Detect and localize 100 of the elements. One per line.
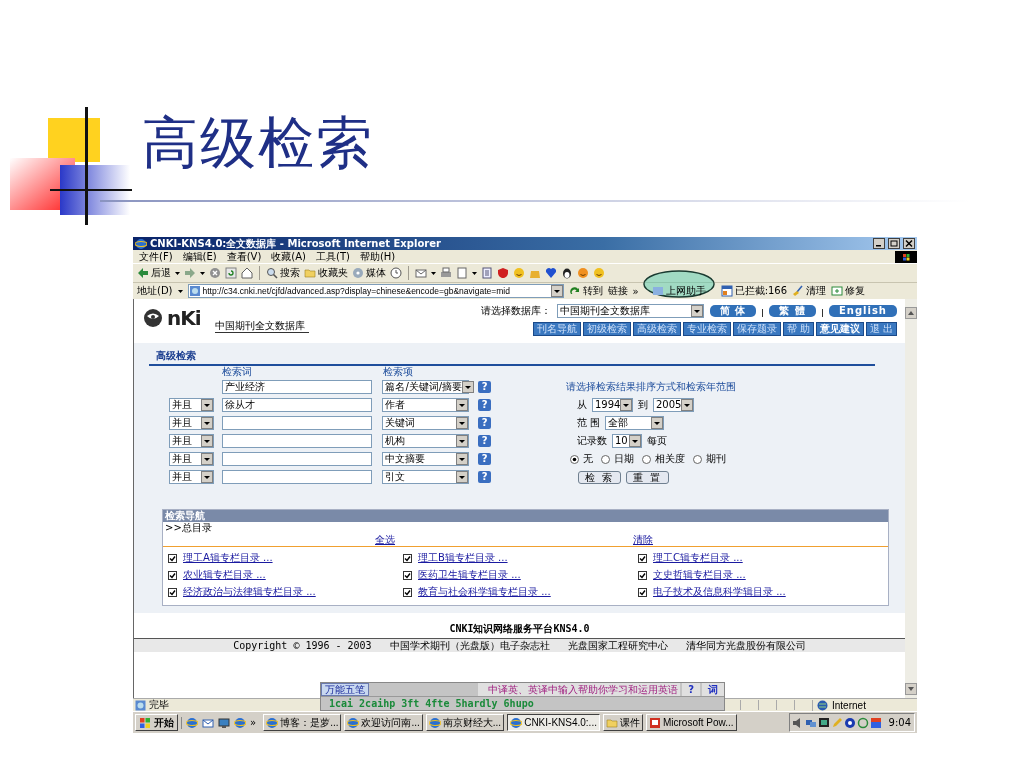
clock-icon[interactable]	[390, 267, 402, 279]
links-button[interactable]: 链接	[607, 284, 628, 298]
checkbox[interactable]	[403, 553, 412, 563]
help-button[interactable]: ?	[478, 453, 491, 465]
smiley-icon[interactable]	[513, 267, 525, 279]
select-all-link[interactable]: 全选	[375, 534, 395, 546]
clean-button[interactable]: 清理	[792, 284, 827, 298]
radio-button[interactable]	[570, 454, 579, 464]
help-button[interactable]: ?	[478, 417, 491, 429]
radio-button[interactable]	[693, 454, 702, 464]
nav-tab[interactable]: 初级检索	[582, 322, 631, 336]
shield-icon[interactable]	[497, 267, 509, 279]
search-term-field[interactable]: 徐从才	[221, 398, 372, 412]
media-button[interactable]: 媒体	[352, 266, 386, 280]
dictionary-button[interactable]: 词	[702, 683, 724, 696]
help-button[interactable]: ?	[478, 471, 491, 483]
catalog-link[interactable]: 文史哲辑专栏目录 ...	[653, 568, 746, 582]
year-select[interactable]: 1994	[592, 398, 633, 412]
checkbox[interactable]	[168, 587, 177, 597]
field-select[interactable]: 机构	[382, 434, 470, 448]
minimize-button[interactable]	[873, 238, 885, 249]
smiley-icon[interactable]	[577, 267, 589, 279]
checkbox[interactable]	[168, 553, 177, 563]
taskbar-button[interactable]: 课件	[602, 714, 643, 731]
form-button[interactable]: 重 置	[626, 470, 670, 484]
scrollbar[interactable]	[905, 299, 917, 698]
menu-item[interactable]: 文件(F)	[139, 249, 173, 264]
go-button[interactable]: 转到	[568, 284, 603, 298]
taskbar-button[interactable]: CNKI-KNS4.0:...	[507, 714, 600, 731]
radio-button[interactable]	[601, 454, 610, 464]
logic-select[interactable]: 并且	[169, 416, 214, 430]
envelope-icon[interactable]	[415, 267, 427, 279]
plus-box-icon[interactable]	[831, 285, 844, 297]
language-button[interactable]: English	[828, 305, 897, 317]
form-button[interactable]: 检 索	[578, 470, 622, 484]
record-icon[interactable]	[843, 716, 856, 729]
document-icon[interactable]	[456, 267, 468, 279]
catalog-link[interactable]: 理工B辑专栏目录 ...	[418, 551, 508, 565]
nav-tab[interactable]: 刊名导航	[532, 322, 581, 336]
stop-icon[interactable]	[209, 267, 221, 279]
help-button[interactable]: ?	[478, 435, 491, 447]
logic-select[interactable]: 并且	[169, 398, 214, 412]
taskbar-button[interactable]: Microsoft Pow...	[645, 714, 737, 731]
menu-item[interactable]: 查看(V)	[226, 249, 262, 264]
nav-tab[interactable]: 帮 助	[782, 322, 814, 336]
logic-select[interactable]: 并且	[169, 470, 214, 484]
more-button[interactable]: »	[632, 285, 639, 297]
printer-icon[interactable]	[440, 267, 452, 279]
catalog-link[interactable]: 教育与社会科学辑专栏目录 ...	[418, 585, 551, 599]
maximize-button[interactable]	[888, 238, 900, 249]
go-arrow-icon[interactable]	[568, 285, 581, 297]
count-select[interactable]: 10	[612, 434, 642, 448]
search-button[interactable]: 搜索	[266, 266, 300, 280]
search-icon[interactable]	[266, 267, 278, 279]
menu-item[interactable]: 工具(T)	[316, 249, 350, 264]
language-button[interactable]: 简 体	[710, 305, 757, 317]
more-button[interactable]: »	[250, 717, 257, 728]
help-button[interactable]: ?	[478, 399, 491, 411]
field-select[interactable]: 引文	[382, 470, 470, 484]
menu-item[interactable]: 收藏(A)	[271, 249, 306, 264]
range-select[interactable]: 全部	[605, 416, 665, 430]
browser-icon[interactable]	[186, 716, 198, 729]
start-button[interactable]: 开始	[135, 714, 178, 731]
nav-tab[interactable]: 退 出	[865, 322, 897, 336]
monitor-icon[interactable]	[817, 716, 830, 729]
field-select[interactable]: 作者	[382, 398, 470, 412]
search-term-field[interactable]	[221, 416, 372, 430]
back-button[interactable]: 后退	[137, 266, 171, 280]
back-arrow-icon[interactable]	[137, 267, 149, 279]
helper-icon[interactable]	[651, 285, 664, 297]
envelope-icon[interactable]	[202, 716, 214, 729]
taskbar-button[interactable]: 博客：是萝...	[263, 714, 342, 731]
radio-button[interactable]	[642, 454, 651, 464]
checkbox[interactable]	[638, 587, 647, 597]
checkbox[interactable]	[403, 570, 412, 580]
penguin-icon[interactable]	[561, 267, 573, 279]
taskbar-button[interactable]: 南京财经大...	[425, 714, 505, 731]
year-select[interactable]: 2005	[653, 398, 694, 412]
nav-tab[interactable]: 保存题录	[732, 322, 781, 336]
menu-item[interactable]: 编辑(E)	[182, 249, 217, 264]
search-term-field[interactable]	[221, 434, 372, 448]
language-button[interactable]: 繁 體	[769, 305, 816, 317]
logic-select[interactable]: 并且	[169, 434, 214, 448]
checkbox[interactable]	[403, 587, 412, 597]
help-button[interactable]: ?	[682, 683, 700, 696]
desktop-icon[interactable]	[218, 716, 230, 729]
repair-button[interactable]: 修复	[831, 284, 866, 298]
home-icon[interactable]	[241, 267, 253, 279]
catalog-link[interactable]: 农业辑专栏目录 ...	[183, 568, 266, 582]
search-term-field[interactable]: 产业经济	[221, 380, 372, 394]
taskbar-button[interactable]: 欢迎访问南...	[344, 714, 423, 731]
refresh-icon[interactable]	[225, 267, 237, 279]
nav-tab[interactable]: 高级检索	[632, 322, 681, 336]
catalog-link[interactable]: 理工C辑专栏目录 ...	[653, 551, 743, 565]
close-button[interactable]	[903, 238, 915, 249]
catalog-link[interactable]: 经济政治与法律辑专栏目录 ...	[183, 585, 316, 599]
checkbox[interactable]	[638, 570, 647, 580]
field-select[interactable]: 中文摘要	[382, 452, 470, 466]
browser-icon[interactable]	[234, 716, 246, 729]
favorites-button[interactable]: 收藏夹	[304, 266, 348, 280]
